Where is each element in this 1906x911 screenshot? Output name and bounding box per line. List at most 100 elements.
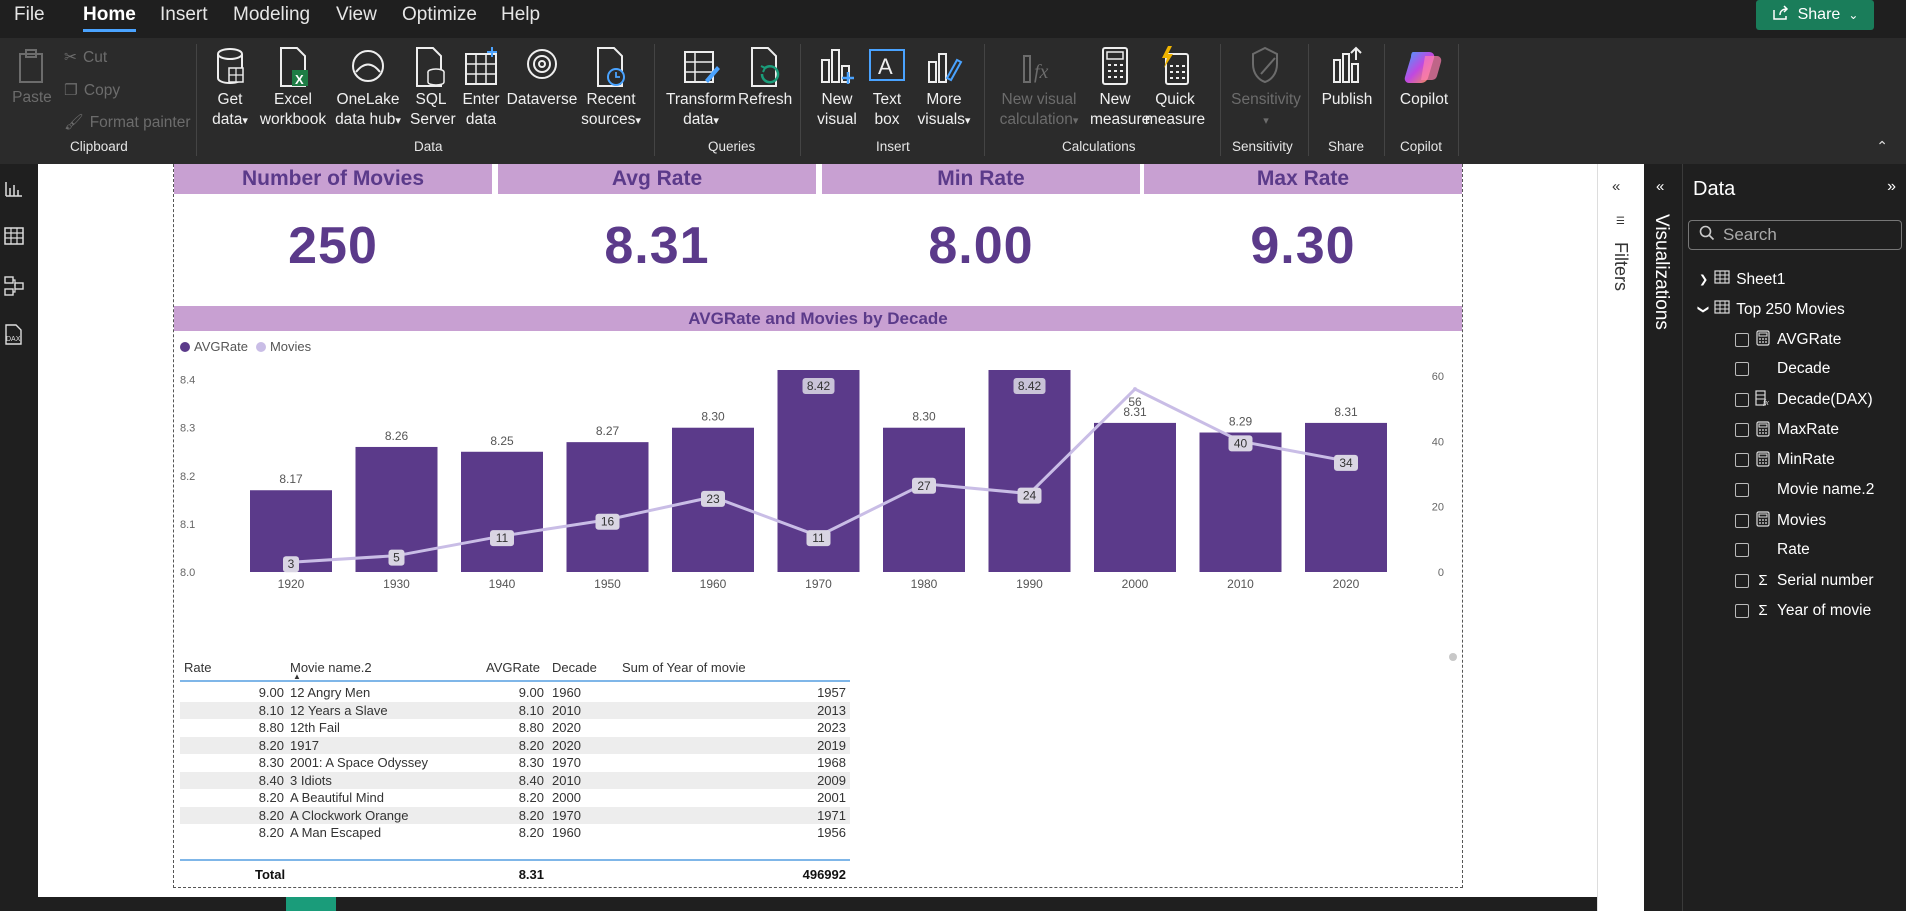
table-view-icon[interactable] — [4, 226, 24, 246]
visualizations-label[interactable]: Visualizations — [1650, 214, 1672, 330]
text-box-button[interactable]: A Text box — [864, 46, 910, 130]
copilot-button[interactable]: Copilot — [1392, 46, 1456, 110]
column-header-decade[interactable]: Decade — [552, 660, 597, 675]
sensitivity-group-label: Sensitivity — [1232, 139, 1293, 154]
table-row[interactable]: 8.20 A Beautiful Mind 8.20 2000 2001 — [180, 789, 850, 807]
field-checkbox[interactable] — [1735, 573, 1749, 588]
table-row[interactable]: 8.20 A Clockwork Orange 8.20 1970 1971 — [180, 806, 850, 824]
chart-bar[interactable] — [1199, 432, 1282, 572]
y-left-tick-label: 8.4 — [180, 375, 195, 387]
field-checkbox[interactable] — [1735, 543, 1749, 558]
card-value-avg-rate[interactable]: 8.31 — [498, 216, 816, 276]
field-item[interactable]: AVGRate — [1735, 330, 1841, 349]
chart-bar[interactable] — [1094, 422, 1176, 572]
field-checkbox[interactable] — [1735, 362, 1749, 377]
card-value-min-rate[interactable]: 8.00 — [822, 216, 1140, 276]
menu-view[interactable]: View — [336, 4, 377, 26]
format-painter-button[interactable]: 🖌 Format painter — [64, 113, 190, 132]
field-name: Movies — [1777, 511, 1827, 529]
table-row[interactable]: 8.20 1917 8.20 2020 2019 — [180, 736, 850, 754]
field-item[interactable]: MinRate — [1735, 451, 1835, 470]
table-row[interactable]: 8.20 A Man Escaped 8.20 1960 1956 — [180, 824, 850, 842]
field-checkbox[interactable] — [1735, 423, 1749, 438]
new-visual-calculation-button[interactable]: fx New visual calculation▾ — [994, 46, 1084, 131]
field-checkbox[interactable] — [1735, 483, 1749, 497]
field-checkbox[interactable] — [1735, 513, 1749, 528]
chart-bar[interactable] — [883, 427, 965, 572]
field-item[interactable]: Rate — [1735, 541, 1810, 559]
sensitivity-button[interactable]: Sensitivity ▾ — [1226, 46, 1306, 131]
transform-data-button[interactable]: Transform data▾ — [664, 46, 738, 131]
clipboard-group-label: Clipboard — [70, 139, 128, 154]
publish-button[interactable]: Publish — [1316, 46, 1378, 110]
table-node-sheet1[interactable]: ❯ Sheet1 — [1699, 270, 1785, 289]
field-item[interactable]: Σ Year of movie — [1735, 602, 1871, 620]
copy-button[interactable]: ❐ Copy — [64, 81, 120, 100]
share-button[interactable]: Share ⌄ — [1756, 0, 1874, 30]
expand-filters-icon[interactable]: « — [1612, 178, 1620, 195]
paste-button[interactable]: Paste — [12, 48, 52, 108]
new-measure-button[interactable]: New measure — [1090, 46, 1150, 130]
filters-label[interactable]: Filters — [1610, 242, 1631, 291]
card-value-max-rate[interactable]: 9.30 — [1144, 216, 1462, 276]
table-row[interactable]: 8.40 3 Idiots 8.40 2010 2009 — [180, 771, 850, 789]
legend-label-avgrate[interactable]: AVGRate — [194, 339, 248, 354]
field-item[interactable]: Movie name.2 — [1735, 481, 1874, 499]
chart-bar[interactable] — [1305, 422, 1387, 572]
data-search-input[interactable]: Search — [1688, 220, 1902, 250]
column-header-movie-name[interactable]: Movie name.2 — [290, 660, 372, 675]
chart-bar[interactable] — [566, 442, 649, 572]
collapse-data-pane-icon[interactable]: » — [1887, 178, 1896, 196]
field-item[interactable]: Decade — [1735, 360, 1830, 378]
enter-data-button[interactable]: Enter data — [458, 46, 504, 130]
share-group-label: Share — [1328, 139, 1365, 154]
scroll-indicator[interactable] — [1449, 653, 1457, 661]
table-row[interactable]: 8.80 12th Fail 8.80 2020 2023 — [180, 719, 850, 737]
table-row[interactable]: 8.30 2001: A Space Odyssey 8.30 1970 1968 — [180, 754, 850, 772]
collapse-ribbon-icon[interactable]: ⌃ — [1876, 138, 1888, 155]
menu-help[interactable]: Help — [501, 4, 540, 26]
more-visuals-button[interactable]: More visuals▾ — [916, 46, 972, 131]
cell-avgrate: 8.20 — [518, 807, 544, 823]
menu-optimize[interactable]: Optimize — [402, 4, 477, 26]
page-tab-active[interactable] — [286, 897, 336, 911]
field-checkbox[interactable] — [1735, 453, 1749, 468]
refresh-button[interactable]: Refresh — [738, 46, 792, 110]
data-pane-title: Data — [1693, 178, 1736, 200]
expand-visualizations-icon[interactable]: « — [1656, 178, 1664, 195]
field-checkbox[interactable] — [1735, 332, 1749, 347]
quick-measure-button[interactable]: Quick measure — [1144, 46, 1206, 130]
menu-file[interactable]: File — [14, 4, 45, 26]
column-header-rate[interactable]: Rate — [184, 660, 211, 675]
card-value-number-of-movies[interactable]: 250 — [174, 216, 492, 276]
field-checkbox[interactable] — [1735, 603, 1749, 618]
report-view-icon[interactable] — [4, 178, 24, 198]
new-visual-button[interactable]: New visual — [812, 46, 862, 130]
chart-bar[interactable] — [461, 451, 543, 572]
table-row[interactable]: 8.10 12 Years a Slave 8.10 2010 2013 — [180, 701, 850, 719]
field-item[interactable]: fx Decade(DAX) — [1735, 390, 1873, 409]
excel-workbook-button[interactable]: X Excel workbook — [258, 46, 328, 130]
field-item[interactable]: MaxRate — [1735, 420, 1839, 440]
menu-insert[interactable]: Insert — [160, 4, 208, 26]
get-data-button[interactable]: Get data▾ — [206, 46, 254, 131]
table-row[interactable]: 9.00 12 Angry Men 9.00 1960 1957 — [180, 684, 850, 702]
menu-home[interactable]: Home — [83, 4, 136, 32]
cut-button[interactable]: ✂ Cut — [64, 48, 107, 67]
legend-label-movies[interactable]: Movies — [270, 339, 311, 354]
chart-bar[interactable] — [988, 370, 1071, 572]
field-item[interactable]: Movies — [1735, 511, 1826, 530]
recent-sources-button[interactable]: Recent sources▾ — [578, 46, 644, 131]
onelake-button[interactable]: OneLake data hub▾ — [328, 46, 408, 131]
dax-query-view-icon[interactable]: DAX — [4, 324, 24, 345]
menu-modeling[interactable]: Modeling — [233, 4, 310, 26]
column-header-sum-year[interactable]: Sum of Year of movie — [622, 660, 746, 675]
dataverse-button[interactable]: Dataverse — [506, 46, 578, 110]
sql-server-button[interactable]: SQL Server — [410, 46, 456, 130]
field-checkbox[interactable] — [1735, 392, 1749, 407]
combo-chart[interactable]: 8.0 8.1 8.2 8.3 8.4 0 20 40 60 8.17 8.26 8.25 8.27 8.… — [174, 354, 1462, 634]
column-header-avgrate[interactable]: AVGRate — [486, 660, 540, 675]
field-item[interactable]: Σ Serial number — [1735, 572, 1874, 590]
table-node-top-250-movies[interactable]: ❯ Top 250 Movies — [1697, 300, 1845, 319]
model-view-icon[interactable] — [4, 276, 24, 296]
